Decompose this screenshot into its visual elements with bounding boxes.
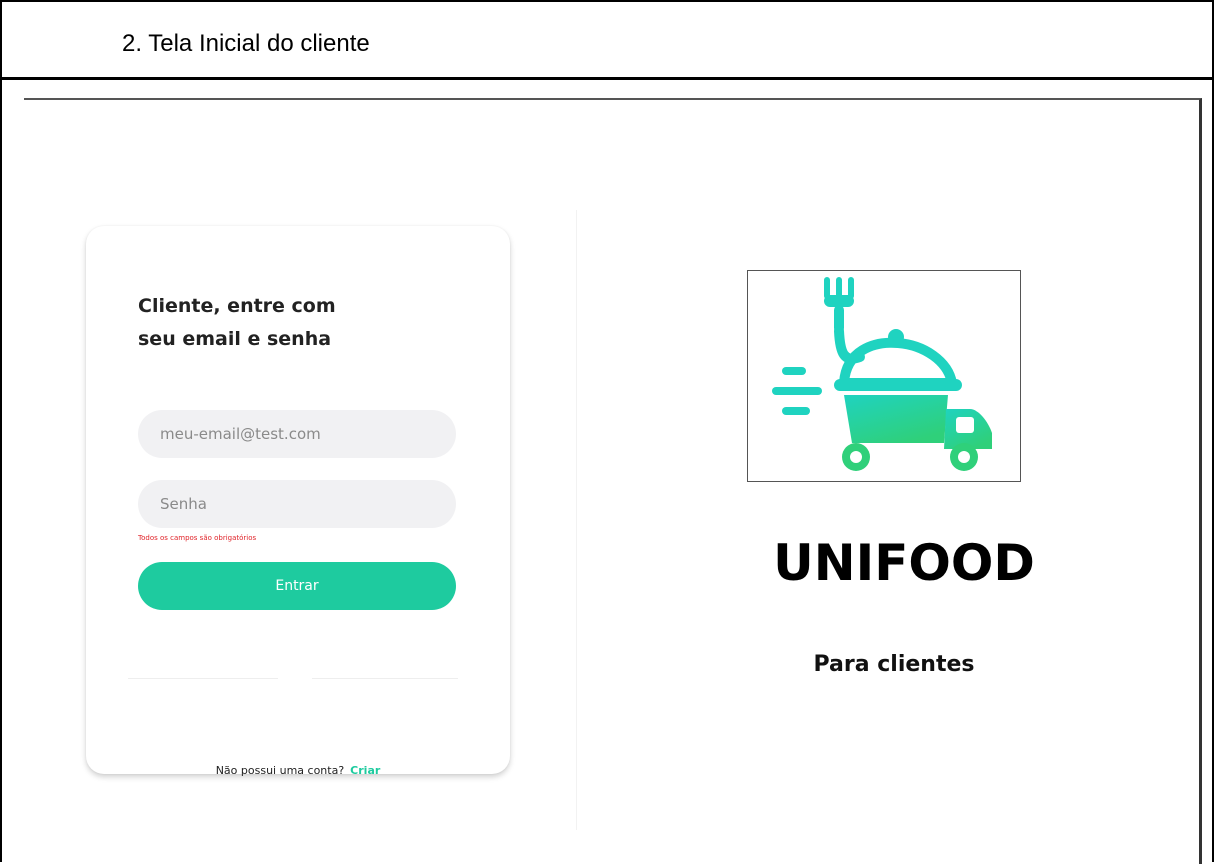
brand-subtitle: Para clientes	[813, 652, 975, 677]
document-heading-text: 2. Tela Inicial do cliente	[122, 30, 370, 57]
divider-right	[312, 678, 458, 679]
document-heading: 2. Tela Inicial do cliente	[2, 2, 1212, 80]
validation-error-message: Todos os campos são obrigatórios	[138, 534, 257, 542]
signup-link[interactable]: Criar	[350, 764, 380, 777]
food-delivery-truck-icon	[772, 277, 992, 471]
signup-prompt: Não possui uma conta?	[215, 764, 345, 777]
login-title: Cliente, entre com seu email e senha	[138, 290, 438, 356]
document-frame: 2. Tela Inicial do cliente Cliente, entr…	[0, 0, 1214, 864]
password-input[interactable]	[138, 480, 456, 528]
login-title-line-1: Cliente, entre com	[138, 295, 336, 317]
login-title-line-2: seu email e senha	[138, 328, 332, 350]
email-input[interactable]	[138, 410, 456, 458]
brand-logo-frame	[747, 270, 1021, 482]
divider-left	[128, 678, 278, 679]
login-button[interactable]: Entrar	[138, 562, 456, 610]
login-screen: Cliente, entre com seu email e senha Tod…	[24, 98, 1202, 864]
signup-row: Não possui uma conta? Criar	[86, 764, 510, 777]
login-card: Cliente, entre com seu email e senha Tod…	[86, 226, 510, 777]
panel-divider	[576, 210, 577, 830]
brand-name: UNIFOOD	[773, 534, 1035, 592]
